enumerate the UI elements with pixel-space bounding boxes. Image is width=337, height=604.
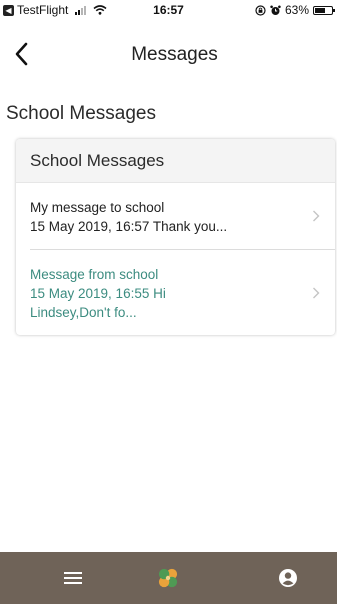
battery-icon [313, 5, 335, 15]
battery-level-fill [315, 7, 325, 13]
battery-percent: 63% [284, 3, 309, 17]
home-button[interactable] [138, 552, 198, 604]
bottom-tab-bar [0, 552, 337, 604]
message-preview: 15 May 2019, 16:57 Thank you... [30, 219, 228, 234]
menu-button[interactable] [43, 552, 103, 604]
messages-screen: ◀ TestFlight 16:57 63% Messages School M… [0, 0, 337, 604]
message-row-incoming[interactable]: Message from school 15 May 2019, 16:55 H… [30, 249, 335, 335]
alarm-icon [270, 5, 281, 15]
school-messages-card: School Messages My message to school 15 … [16, 139, 335, 335]
user-account-icon [279, 569, 297, 587]
clover-logo-icon [158, 568, 178, 588]
message-title: Message from school [30, 267, 159, 282]
section-title: School Messages [6, 103, 156, 124]
navigation-bar: Messages [0, 40, 337, 76]
message-preview: 15 May 2019, 16:55 Hi Lindsey,Don't fo..… [30, 286, 166, 320]
message-title: My message to school [30, 200, 165, 215]
status-right: 63% [255, 3, 335, 17]
account-button[interactable] [258, 552, 318, 604]
status-bar: ◀ TestFlight 16:57 63% [0, 0, 337, 20]
message-row-outgoing[interactable]: My message to school 15 May 2019, 16:57 … [16, 183, 335, 249]
chevron-right-icon [313, 210, 320, 222]
menu-icon [64, 572, 82, 584]
page-title: Messages [131, 44, 218, 65]
orientation-lock-icon [255, 4, 266, 16]
card-header: School Messages [16, 139, 335, 183]
chevron-right-icon [313, 287, 320, 298]
